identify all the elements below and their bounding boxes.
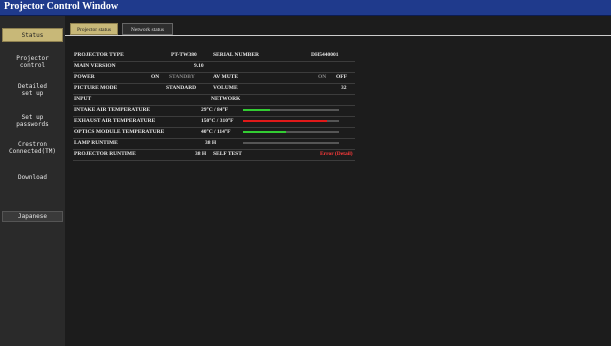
projector-type-value: PT-TW380 bbox=[171, 52, 197, 58]
sidebar-item-status[interactable]: Status bbox=[2, 28, 63, 42]
sidebar: Status Projector control Detailed set up… bbox=[0, 16, 65, 346]
self-test-error-link[interactable]: Error (Detail) bbox=[320, 151, 353, 157]
sidebar-item-detailed-set-up[interactable]: Detailed set up bbox=[2, 82, 63, 98]
intake-temp-value: 29°C / 84°F bbox=[201, 107, 229, 113]
exhaust-temp-bar-fill bbox=[243, 120, 328, 122]
main-version-label: MAIN VERSION bbox=[74, 63, 116, 69]
optics-temp-label: OPTICS MODULE TEMPERATURE bbox=[74, 129, 165, 135]
serial-number-value: DH5440001 bbox=[311, 52, 339, 58]
optics-temp-value: 40°C / 114°F bbox=[201, 129, 231, 135]
power-on: ON bbox=[151, 74, 160, 80]
title-bar: Projector Control Window bbox=[0, 0, 611, 16]
main-panel: Projector status Network status PROJECTO… bbox=[65, 16, 611, 346]
volume-value: 32 bbox=[341, 85, 347, 91]
projector-runtime-label: PROJECTOR RUNTIME bbox=[74, 151, 136, 157]
picture-mode-label: PICTURE MODE bbox=[74, 85, 118, 91]
optics-temp-bar-fill bbox=[243, 131, 287, 133]
exhaust-temp-bar bbox=[243, 120, 339, 122]
window-title: Projector Control Window bbox=[4, 1, 119, 12]
projector-type-label: PROJECTOR TYPE bbox=[74, 52, 124, 58]
lamp-runtime-label: LAMP RUNTIME bbox=[74, 140, 118, 146]
sidebar-item-download[interactable]: Download bbox=[2, 172, 63, 182]
optics-temp-bar bbox=[243, 131, 339, 133]
tab-bar: Projector status Network status bbox=[65, 20, 611, 36]
av-mute-label: AV MUTE bbox=[213, 74, 239, 80]
lamp-runtime-value: 38 H bbox=[205, 140, 217, 146]
sidebar-item-projector-control[interactable]: Projector control bbox=[2, 54, 63, 70]
table-row: PROJECTOR RUNTIME 38 H SELF TEST Error (… bbox=[73, 149, 355, 161]
volume-label: VOLUME bbox=[213, 85, 238, 91]
tab-network-status[interactable]: Network status bbox=[122, 23, 173, 35]
self-test-label: SELF TEST bbox=[213, 151, 242, 157]
sidebar-item-crestron-connected[interactable]: Crestron Connected(TM) bbox=[2, 140, 63, 156]
sidebar-item-set-up-passwords[interactable]: Set up passwords bbox=[2, 113, 63, 129]
power-label: POWER bbox=[74, 74, 95, 80]
intake-temp-bar-fill bbox=[243, 109, 270, 111]
picture-mode-value: STANDARD bbox=[166, 85, 197, 91]
lamp-runtime-bar bbox=[243, 142, 339, 144]
av-mute-off: OFF bbox=[336, 74, 347, 80]
power-standby: STANDBY bbox=[169, 74, 195, 80]
main-version-value: 9.10 bbox=[194, 63, 204, 69]
intake-temp-bar bbox=[243, 109, 339, 111]
language-button[interactable]: Japanese bbox=[2, 211, 63, 222]
av-mute-on: ON bbox=[318, 74, 327, 80]
intake-temp-label: INTAKE AIR TEMPERATURE bbox=[74, 107, 151, 113]
tab-projector-status[interactable]: Projector status bbox=[70, 23, 118, 35]
network-label: NETWORK bbox=[211, 96, 241, 102]
input-label: INPUT bbox=[74, 96, 92, 102]
serial-number-label: SERIAL NUMBER bbox=[213, 52, 259, 58]
exhaust-temp-value: 150°C / 310°F bbox=[201, 118, 234, 124]
projector-runtime-value: 38 H bbox=[195, 151, 207, 157]
exhaust-temp-label: EXHAUST AIR TEMPERATURE bbox=[74, 118, 156, 124]
